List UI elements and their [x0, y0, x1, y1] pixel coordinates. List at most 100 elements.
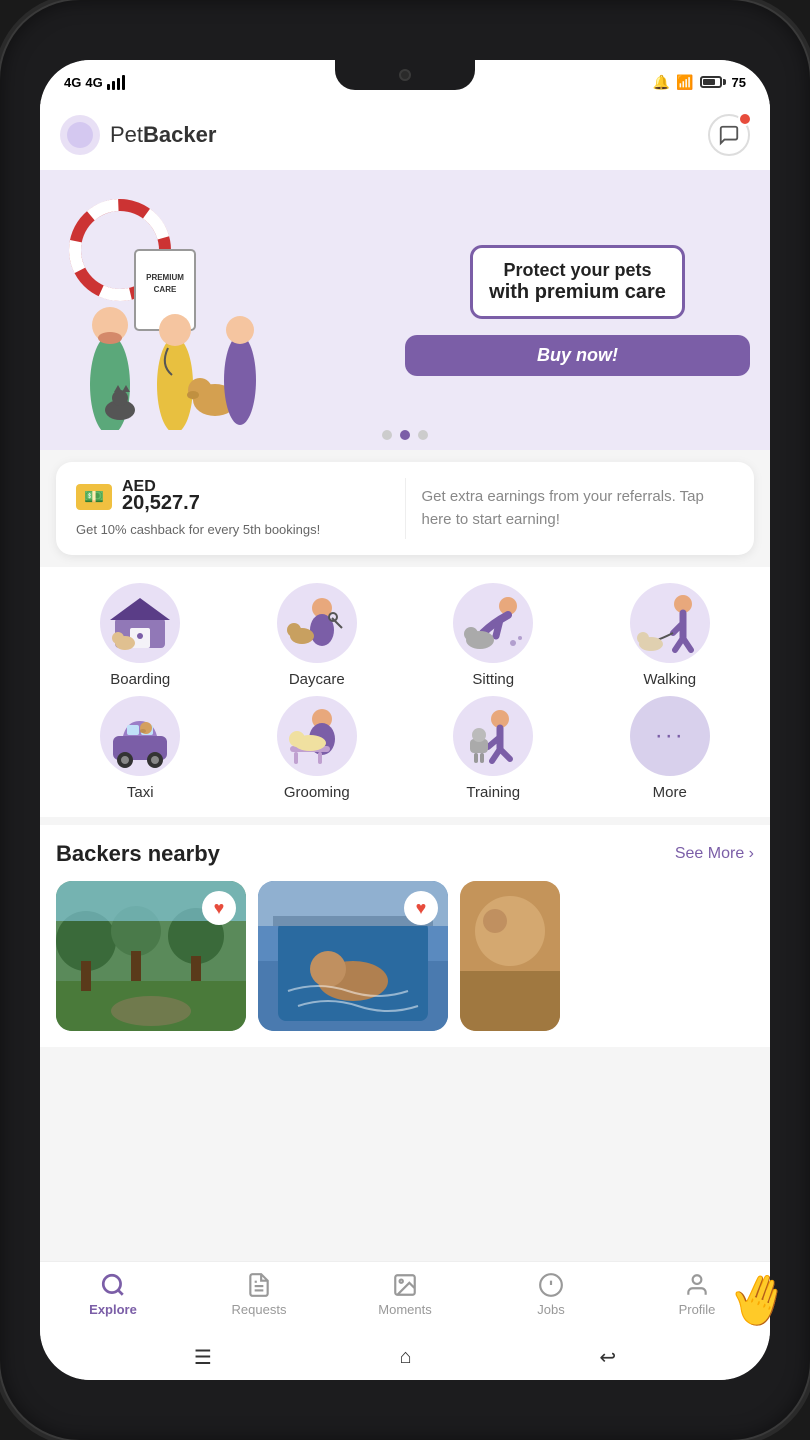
dot-3[interactable] — [418, 430, 428, 440]
banner-line1: Protect your pets — [489, 260, 666, 281]
svg-text:PREMIUM: PREMIUM — [146, 273, 184, 282]
nav-explore[interactable]: Explore — [83, 1272, 143, 1317]
taxi-circle — [100, 696, 180, 776]
bottom-navigation: Explore Requests Moments — [40, 1261, 770, 1337]
nav-requests[interactable]: Requests — [229, 1272, 289, 1317]
app-header: 🐾 PetBacker — [40, 100, 770, 170]
bottom-spacer — [40, 1055, 770, 1075]
profile-icon — [684, 1272, 710, 1298]
signal-bars — [107, 75, 125, 90]
service-item-daycare[interactable]: Daycare — [233, 583, 402, 688]
backers-scroll-container: ♥ — [56, 881, 754, 1031]
taxi-icon — [105, 701, 175, 771]
profile-label: Profile — [679, 1302, 716, 1317]
service-item-training[interactable]: Training — [409, 696, 578, 801]
banner-pagination-dots — [382, 430, 428, 440]
backer-card-1[interactable]: ♥ — [56, 881, 246, 1031]
svg-text:CARE: CARE — [154, 285, 177, 294]
promo-banner[interactable]: PREMIUM CARE 🐾 — [40, 170, 770, 450]
chat-button[interactable] — [708, 114, 750, 156]
moments-label: Moments — [378, 1302, 431, 1317]
banner-text-area: Protect your pets with premium care Buy … — [405, 245, 750, 376]
jobs-icon — [538, 1272, 564, 1298]
grooming-label: Grooming — [284, 784, 350, 801]
banner-illustration: PREMIUM CARE 🐾 — [60, 190, 405, 430]
daycare-icon — [282, 588, 352, 658]
more-label: More — [653, 784, 687, 801]
banner-cta-button[interactable]: Buy now! — [405, 335, 750, 376]
more-circle: ··· — [630, 696, 710, 776]
earnings-currency-amount: AED 20,527.7 — [122, 478, 200, 515]
back-button[interactable]: ↩ — [599, 1345, 616, 1370]
app-content: 🐾 PetBacker — [40, 100, 770, 1261]
earnings-left: 💵 AED 20,527.7 Get 10% cashback for ever… — [76, 478, 389, 539]
nav-profile[interactable]: Profile — [667, 1272, 727, 1317]
battery-level: 75 — [732, 75, 746, 90]
backers-title: Backers nearby — [56, 841, 220, 867]
daycare-circle — [277, 583, 357, 663]
grooming-circle — [277, 696, 357, 776]
bell-icon: 🔔 — [653, 74, 670, 91]
network-indicator-2: 4G — [85, 75, 102, 90]
more-dots-icon: ··· — [655, 722, 685, 750]
earnings-divider — [405, 478, 406, 539]
logo-area: 🐾 PetBacker — [60, 115, 216, 155]
premium-care-illustration: PREMIUM CARE 🐾 — [60, 190, 270, 430]
requests-icon — [246, 1272, 272, 1298]
walking-label: Walking — [643, 671, 696, 688]
earnings-amount: 💵 AED 20,527.7 — [76, 478, 389, 515]
system-navigation-bar: ☰ ⌂ ↩ — [40, 1337, 770, 1380]
status-left: 4G 4G — [64, 75, 125, 90]
services-grid: Boarding — [56, 583, 754, 801]
front-camera — [399, 69, 411, 81]
home-button[interactable]: ⌂ — [400, 1346, 412, 1369]
backers-header: Backers nearby See More › — [56, 841, 754, 867]
service-item-grooming[interactable]: Grooming — [233, 696, 402, 801]
backer-card-3[interactable] — [460, 881, 560, 1031]
backer-photo-3 — [460, 881, 560, 1031]
cashback-text: Get 10% cashback for every 5th bookings! — [76, 521, 389, 539]
money-icon: 💵 — [76, 484, 112, 510]
battery-icon — [700, 76, 726, 88]
training-circle — [453, 696, 533, 776]
boarding-icon — [105, 588, 175, 658]
earnings-card[interactable]: 💵 AED 20,527.7 Get 10% cashback for ever… — [56, 462, 754, 555]
menu-button[interactable]: ☰ — [194, 1345, 212, 1370]
banner-line2: with premium care — [489, 281, 666, 304]
service-item-more[interactable]: ··· More — [586, 696, 755, 801]
wifi-icon: 📶 — [676, 74, 693, 91]
explore-label: Explore — [89, 1302, 137, 1317]
app-logo-text: PetBacker — [110, 122, 216, 148]
boarding-circle — [100, 583, 180, 663]
dot-2[interactable] — [400, 430, 410, 440]
nav-jobs[interactable]: Jobs — [521, 1272, 581, 1317]
sitting-circle — [453, 583, 533, 663]
service-item-sitting[interactable]: Sitting — [409, 583, 578, 688]
see-more-button[interactable]: See More › — [675, 845, 754, 863]
training-label: Training — [466, 784, 520, 801]
service-item-taxi[interactable]: Taxi — [56, 696, 225, 801]
jobs-label: Jobs — [537, 1302, 564, 1317]
phone-screen: 4G 4G 16:31 🔔 📶 75 — [40, 60, 770, 1380]
moments-icon — [392, 1272, 418, 1298]
service-item-boarding[interactable]: Boarding — [56, 583, 225, 688]
nav-moments[interactable]: Moments — [375, 1272, 435, 1317]
phone-device: 4G 4G 16:31 🔔 📶 75 — [0, 0, 810, 1440]
banner-title-box: Protect your pets with premium care — [470, 245, 685, 319]
network-indicator-1: 4G — [64, 75, 81, 90]
app-logo-icon: 🐾 — [60, 115, 100, 155]
sitting-icon — [458, 588, 528, 658]
services-section: Boarding — [40, 567, 770, 817]
service-item-walking[interactable]: Walking — [586, 583, 755, 688]
referral-text: Get extra earnings from your referrals. … — [422, 486, 735, 531]
taxi-label: Taxi — [127, 784, 154, 801]
status-right: 🔔 📶 75 — [653, 74, 746, 91]
requests-label: Requests — [232, 1302, 287, 1317]
chat-notification-badge — [738, 112, 752, 126]
daycare-label: Daycare — [289, 671, 345, 688]
backer-card-2[interactable]: ♥ — [258, 881, 448, 1031]
backer-heart-2[interactable]: ♥ — [404, 891, 438, 925]
sitting-label: Sitting — [472, 671, 514, 688]
dot-1[interactable] — [382, 430, 392, 440]
backer-heart-1[interactable]: ♥ — [202, 891, 236, 925]
